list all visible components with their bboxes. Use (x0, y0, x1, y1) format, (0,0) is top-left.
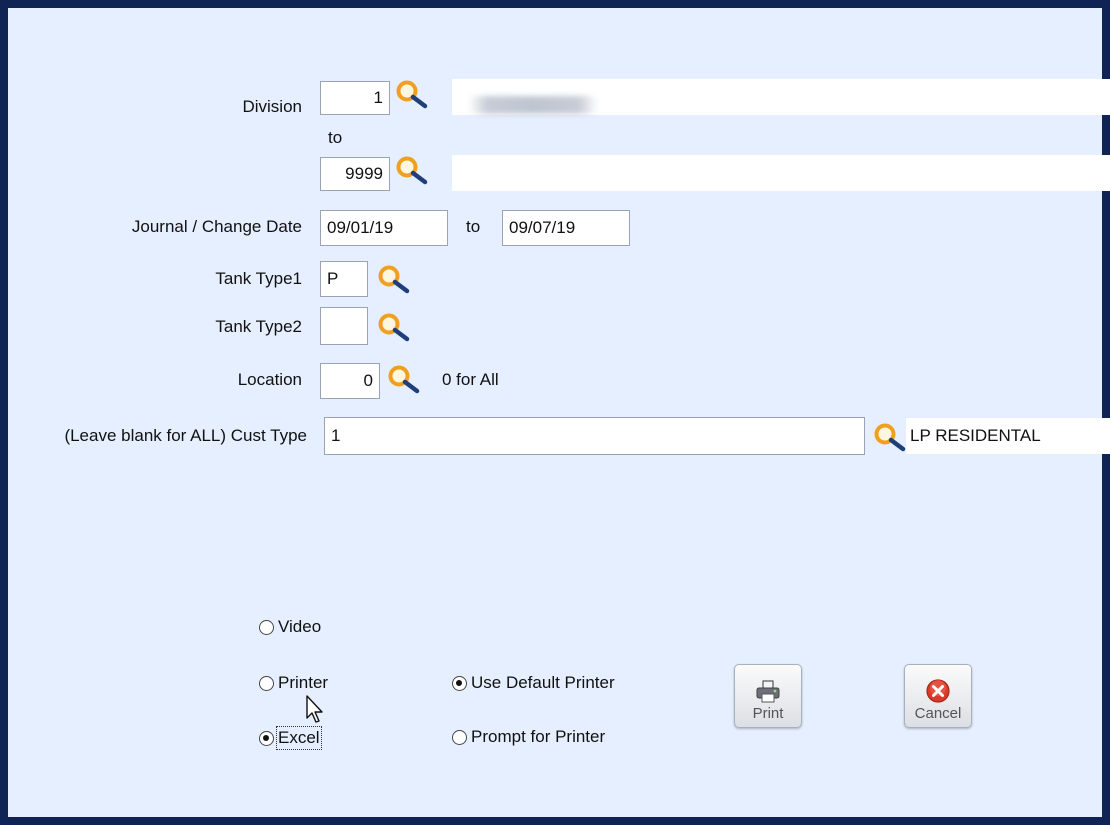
division-label: Division (242, 97, 302, 116)
printer-icon (756, 680, 780, 703)
journal-date-to-input[interactable]: 09/07/19 (502, 210, 630, 246)
default-printer-radio-label: Use Default Printer (471, 673, 615, 692)
cust-type-label: (Leave blank for ALL) Cust Type (64, 426, 307, 445)
tank-type2-lookup-icon[interactable] (376, 311, 412, 343)
output-excel-radio[interactable]: Excel (259, 726, 322, 750)
location-label: Location (237, 370, 302, 389)
cust-type-input[interactable]: 1 (324, 417, 865, 455)
prompt-printer-radio-label: Prompt for Printer (471, 727, 606, 746)
report-options-window: Division 1 to 9999 Journal / Change Date… (0, 0, 1110, 825)
output-video-radio[interactable]: Video (259, 617, 321, 637)
video-radio-circle[interactable] (259, 619, 274, 635)
video-radio-label: Video (278, 617, 322, 636)
journal-date-label: Journal / Change Date (131, 217, 302, 236)
tank-type2-input[interactable] (320, 307, 368, 345)
division-to-description (452, 155, 1110, 191)
tank-type2-label: Tank Type2 (215, 317, 302, 336)
division-to-label: to (328, 128, 343, 147)
excel-radio-label: Excel (276, 726, 322, 750)
printer-radio-circle[interactable] (259, 675, 274, 691)
prompt-printer-radio-circle[interactable] (452, 729, 467, 745)
division-to-input[interactable]: 9999 (320, 157, 390, 191)
location-hint: 0 for All (442, 370, 499, 389)
cancel-x-icon (926, 679, 950, 703)
prompt-for-printer-radio[interactable]: Prompt for Printer (452, 727, 605, 747)
printer-radio-label: Printer (278, 673, 329, 692)
cancel-button[interactable]: Cancel (904, 664, 972, 728)
division-to-lookup-icon[interactable] (394, 154, 430, 186)
division-from-lookup-icon[interactable] (394, 78, 430, 110)
cancel-button-label: Cancel (914, 705, 962, 722)
mouse-cursor-icon (306, 695, 323, 723)
division-from-input[interactable]: 1 (320, 81, 390, 115)
location-input[interactable]: 0 (320, 363, 380, 399)
journal-date-to-label: to (466, 217, 481, 236)
tank-type1-lookup-icon[interactable] (376, 263, 412, 295)
tank-type1-label: Tank Type1 (215, 269, 302, 288)
default-printer-radio-circle[interactable] (452, 675, 467, 691)
location-lookup-icon[interactable] (386, 363, 422, 395)
tank-type1-input[interactable]: P (320, 261, 368, 297)
cust-type-lookup-icon[interactable] (872, 421, 908, 453)
redacted-division-name (468, 96, 598, 114)
print-button[interactable]: Print (734, 664, 802, 728)
excel-radio-circle[interactable] (259, 730, 274, 746)
print-button-label: Print (752, 705, 784, 722)
use-default-printer-radio[interactable]: Use Default Printer (452, 673, 615, 693)
cust-type-description: LP RESIDENTAL (906, 418, 1110, 454)
output-printer-radio[interactable]: Printer (259, 673, 328, 693)
journal-date-from-input[interactable]: 09/01/19 (320, 210, 448, 246)
